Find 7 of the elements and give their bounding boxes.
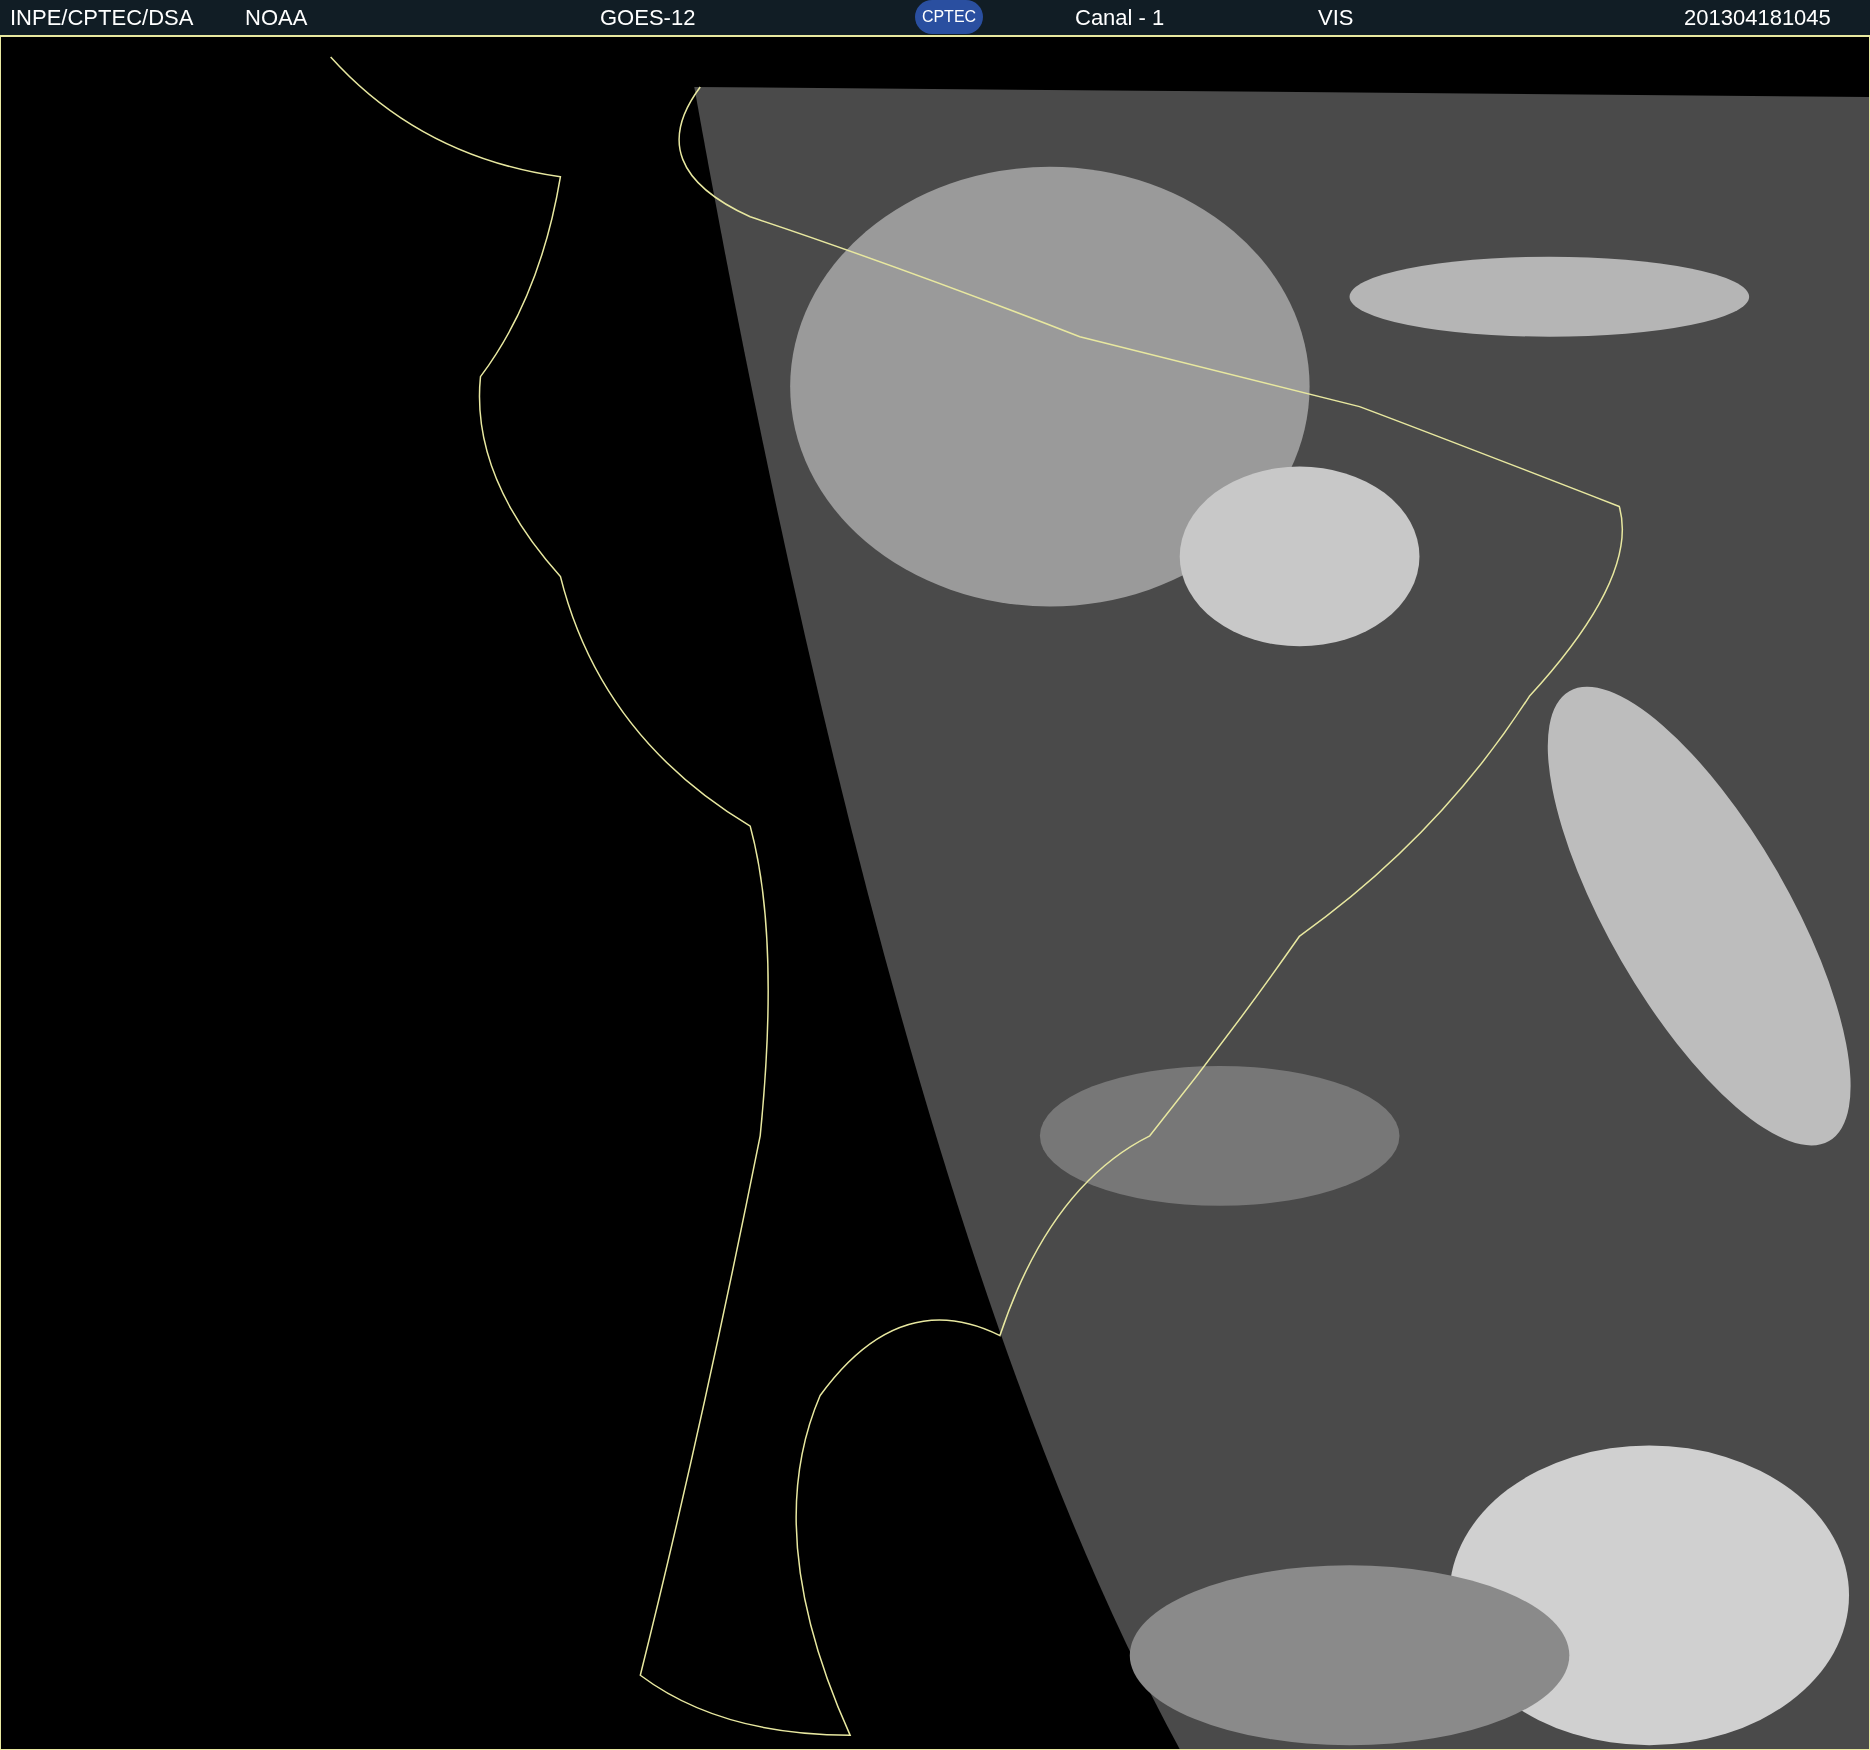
agency-label: NOAA	[245, 3, 309, 32]
timestamp-label: 201304181045	[1684, 3, 1831, 32]
channel-label: Canal - 1	[1075, 3, 1166, 32]
logo: CPTEC	[915, 0, 983, 35]
source-label: INPE/CPTEC/DSA	[10, 3, 195, 32]
satellite-label: GOES-12	[600, 3, 697, 32]
band-label: VIS	[1318, 3, 1355, 32]
